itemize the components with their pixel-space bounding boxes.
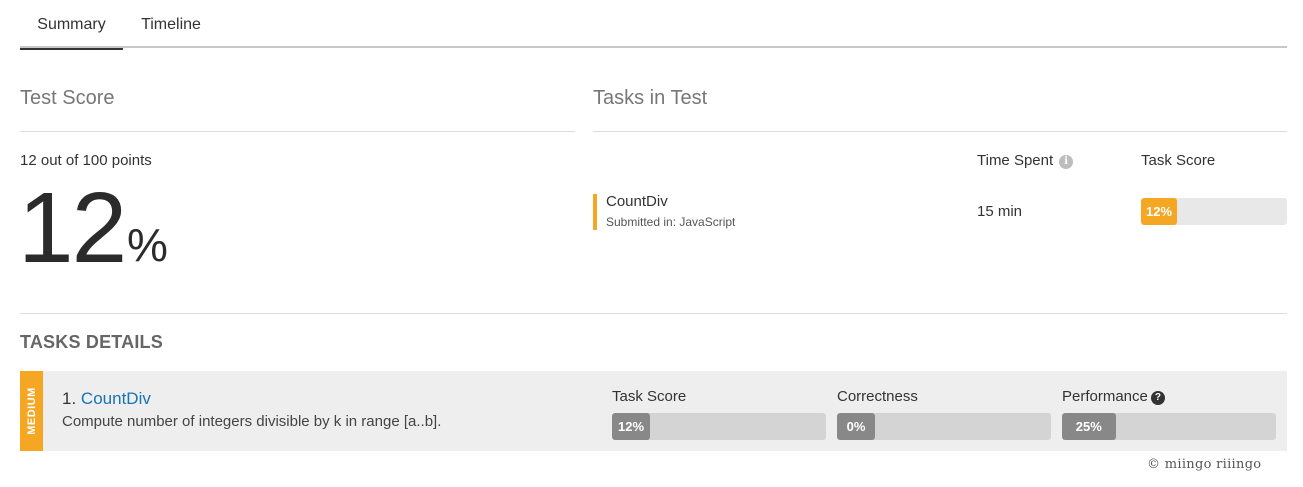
tasks-in-test-title: Tasks in Test	[593, 87, 708, 109]
task-detail-title: 1. CountDiv	[62, 389, 151, 409]
task-score-header: Task Score	[1141, 152, 1216, 169]
difficulty-label: MEDIUM	[25, 387, 38, 435]
section-divider	[20, 313, 1287, 314]
copyright-watermark: © miingo riiingo	[1147, 457, 1262, 472]
score-value: 12	[18, 172, 127, 284]
metric-performance-text: Performance	[1062, 388, 1148, 405]
metric-task-score-bar: 12%	[612, 413, 826, 440]
metric-task-score-label: Task Score	[612, 388, 687, 405]
test-score-divider	[20, 131, 575, 132]
metric-correctness-fill: 0%	[837, 413, 875, 440]
metric-performance-bar: 25%	[1062, 413, 1276, 440]
info-icon[interactable]: i	[1059, 155, 1074, 169]
task-submitted-language: Submitted in: JavaScript	[606, 215, 736, 229]
score-percent-sign: %	[127, 219, 168, 271]
metric-correctness-bar: 0%	[837, 413, 1051, 440]
difficulty-badge: MEDIUM	[20, 371, 43, 451]
points-text: 12 out of 100 points	[20, 152, 152, 169]
metric-performance-label: Performance?	[1062, 388, 1165, 405]
tasks-in-test-divider	[593, 131, 1287, 132]
tab-bar: Summary Timeline	[20, 0, 1287, 50]
time-spent-label: Time Spent	[977, 152, 1054, 169]
task-description: Compute number of integers divisible by …	[62, 413, 442, 430]
metric-performance-fill: 25%	[1062, 413, 1116, 440]
metric-task-score-fill: 12%	[612, 413, 650, 440]
help-icon[interactable]: ?	[1150, 391, 1165, 405]
task-score-bar: 12%	[1141, 198, 1287, 225]
tab-summary[interactable]: Summary	[20, 0, 123, 50]
task-time-spent: 15 min	[977, 203, 1023, 220]
task-detail-card: MEDIUM 1. CountDiv Compute number of int…	[20, 371, 1287, 451]
task-name[interactable]: CountDiv	[606, 193, 668, 210]
task-score-fill: 12%	[1141, 198, 1177, 225]
task-number: 1.	[62, 389, 77, 408]
task-accent-bar	[593, 194, 597, 230]
task-detail-link[interactable]: CountDiv	[81, 389, 151, 408]
time-spent-header: Time Spent i	[977, 152, 1074, 169]
metric-correctness-label: Correctness	[837, 388, 918, 405]
test-score-title: Test Score	[20, 87, 115, 109]
tab-timeline[interactable]: Timeline	[132, 0, 210, 48]
tasks-details-title: TASKS DETAILS	[20, 332, 163, 352]
